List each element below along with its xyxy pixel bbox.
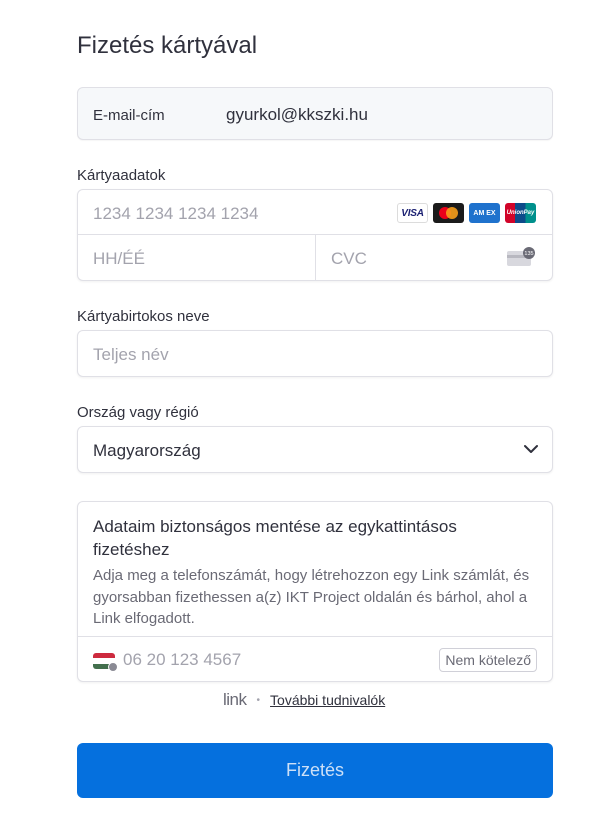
- phone-input[interactable]: 06 20 123 4567 Nem kötelező: [78, 636, 552, 682]
- mastercard-icon: [433, 203, 464, 223]
- optional-badge: Nem kötelező: [439, 648, 537, 672]
- phone-placeholder: 06 20 123 4567: [123, 650, 242, 669]
- link-title: Adataim biztonságos mentése az egykattin…: [93, 517, 457, 559]
- email-field[interactable]: E-mail-cím gyurkol@kkszki.hu: [77, 87, 553, 140]
- cvc-placeholder: CVC: [331, 249, 367, 268]
- cardholder-name-input[interactable]: Teljes név: [77, 330, 553, 377]
- more-info-link[interactable]: További tudnivalók: [270, 692, 385, 708]
- expiry-placeholder: HH/ÉÉ: [93, 249, 145, 268]
- expiry-input[interactable]: HH/ÉÉ: [78, 235, 315, 281]
- separator-dot: •: [256, 694, 261, 706]
- country-select[interactable]: Magyarország: [77, 426, 553, 473]
- amex-icon: AM EX: [469, 203, 500, 223]
- card-number-placeholder: 1234 1234 1234 1234: [93, 204, 259, 223]
- cvc-input[interactable]: CVC 135: [316, 235, 552, 281]
- card-details-group: 1234 1234 1234 1234 VISA AM EX UnionPay …: [77, 189, 553, 281]
- email-value[interactable]: gyurkol@kkszki.hu: [226, 105, 368, 125]
- chevron-down-icon: [524, 445, 538, 453]
- cvc-card-icon: 135: [507, 247, 535, 266]
- pay-button[interactable]: Fizetés: [77, 743, 553, 798]
- visa-icon: VISA: [397, 203, 428, 223]
- page-title: Fizetés kártyával: [77, 32, 258, 59]
- country-value: Magyarország: [93, 441, 201, 460]
- check-icon: [108, 662, 118, 672]
- cvc-badge: 135: [524, 251, 533, 257]
- cardholder-placeholder: Teljes név: [93, 345, 169, 364]
- email-label: E-mail-cím: [93, 107, 165, 124]
- link-logo: link: [223, 690, 247, 709]
- card-details-label: Kártyaadatok: [77, 167, 166, 184]
- card-number-input[interactable]: 1234 1234 1234 1234 VISA AM EX UnionPay: [78, 190, 552, 235]
- cardholder-label: Kártyabirtokos neve: [77, 308, 210, 325]
- country-label: Ország vagy régió: [77, 404, 199, 421]
- link-signup-box: Adataim biztonságos mentése az egykattin…: [77, 501, 553, 682]
- unionpay-icon: UnionPay: [505, 203, 536, 223]
- link-description: Adja meg a telefonszámát, hogy létrehozz…: [93, 567, 530, 627]
- card-brands: VISA AM EX UnionPay: [397, 203, 536, 223]
